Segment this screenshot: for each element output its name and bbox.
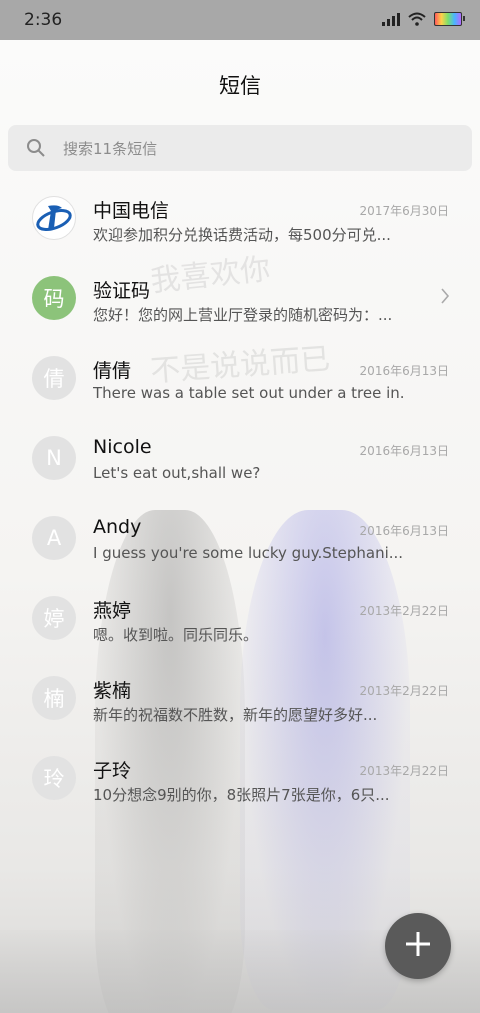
- battery-icon: [434, 12, 465, 26]
- chevron-right-icon[interactable]: [440, 288, 450, 308]
- conversation-preview: 新年的祝福数不胜数，新年的愿望好多好...: [93, 706, 378, 724]
- status-icons: [382, 12, 465, 26]
- conversation-name: 燕婷: [93, 600, 132, 622]
- conversation-date: 2013年2月22日: [359, 684, 449, 698]
- search-placeholder: 搜索11条短信: [63, 140, 158, 158]
- conversation-item[interactable]: 倩 倩倩 2016年6月13日 There was a table set ou…: [0, 328, 480, 408]
- conversation-item[interactable]: 楠 紫楠 2013年2月22日 新年的祝福数不胜数，新年的愿望好多好...: [0, 648, 480, 728]
- avatar: 倩: [32, 356, 76, 400]
- conversation-item[interactable]: 玲 子玲 2013年2月22日 10分想念9别的你，8张照片7张是你，6只...: [0, 728, 480, 808]
- conversation-preview: I guess you're some lucky guy.Stephani..…: [93, 544, 403, 562]
- avatar: N: [32, 436, 76, 480]
- signal-icon: [382, 12, 400, 26]
- conversation-preview: 嗯。收到啦。同乐同乐。: [93, 626, 259, 644]
- conversation-preview: 10分想念9别的你，8张照片7张是你，6只...: [93, 786, 390, 804]
- conversation-preview: 欢迎参加积分兑换话费活动，每500分可兑...: [93, 226, 391, 244]
- conversation-preview: There was a table set out under a tree i…: [93, 384, 403, 402]
- conversation-date: 2016年6月13日: [359, 524, 449, 538]
- conversation-item[interactable]: 中国电信 2017年6月30日 欢迎参加积分兑换话费活动，每500分可兑...: [0, 168, 480, 248]
- search-icon: [26, 138, 46, 162]
- conversation-name: 紫楠: [93, 680, 132, 702]
- conversation-date: 2016年6月13日: [359, 444, 449, 458]
- conversation-list: 中国电信 2017年6月30日 欢迎参加积分兑换话费活动，每500分可兑... …: [0, 168, 480, 808]
- conversation-item[interactable]: 码 验证码 您好！您的网上营业厅登录的随机密码为：...: [0, 248, 480, 328]
- conversation-preview: 您好！您的网上营业厅登录的随机密码为：...: [93, 306, 393, 324]
- conversation-name: Andy: [93, 516, 142, 538]
- conversation-date: 2013年2月22日: [359, 764, 449, 778]
- conversation-item[interactable]: 婷 燕婷 2013年2月22日 嗯。收到啦。同乐同乐。: [0, 568, 480, 648]
- page-title: 短信: [219, 74, 261, 98]
- china-telecom-logo-icon: [32, 196, 76, 240]
- avatar: A: [32, 516, 76, 560]
- avatar: 码: [32, 276, 76, 320]
- wifi-icon: [408, 12, 426, 26]
- avatar: 玲: [32, 756, 76, 800]
- conversation-preview: Let's eat out,shall we?: [93, 464, 261, 482]
- new-message-button[interactable]: [385, 913, 451, 979]
- conversation-name: 子玲: [93, 760, 132, 782]
- conversation-item[interactable]: A Andy 2016年6月13日 I guess you're some lu…: [0, 488, 480, 568]
- avatar: 婷: [32, 596, 76, 640]
- conversation-name: 中国电信: [93, 200, 170, 222]
- header: 短信: [0, 40, 480, 124]
- status-time: 2:36: [24, 10, 63, 30]
- conversation-name: Nicole: [93, 436, 152, 458]
- status-bar: 2:36: [0, 0, 480, 40]
- avatar: 楠: [32, 676, 76, 720]
- conversation-name: 验证码: [93, 280, 151, 302]
- conversation-date: 2017年6月30日: [359, 204, 449, 218]
- search-bar[interactable]: 搜索11条短信: [8, 125, 472, 171]
- conversation-name: 倩倩: [93, 360, 132, 382]
- conversation-date: 2013年2月22日: [359, 604, 449, 618]
- conversation-date: 2016年6月13日: [359, 364, 449, 378]
- plus-icon: [404, 930, 432, 962]
- conversation-item[interactable]: N Nicole 2016年6月13日 Let's eat out,shall …: [0, 408, 480, 488]
